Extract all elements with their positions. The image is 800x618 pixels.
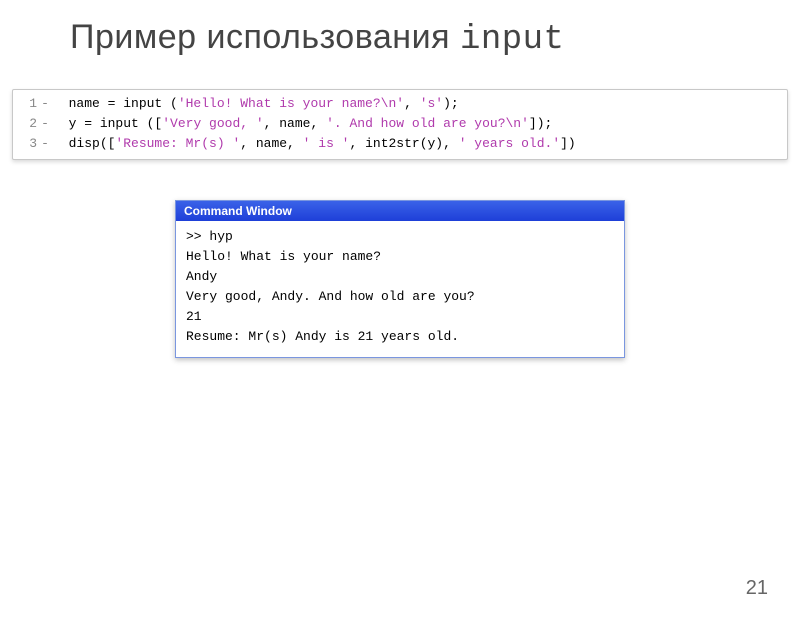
line-number: 1: [19, 95, 37, 113]
code-token: 'Hello! What is your name?\n': [178, 96, 404, 111]
page-number: 21: [746, 577, 768, 600]
command-output-line: Very good, Andy. And how old are you?: [186, 287, 614, 307]
code-token: , int2str(y),: [349, 136, 458, 151]
code-body: name = input ('Hello! What is your name?…: [53, 95, 781, 113]
code-token: ,: [404, 96, 420, 111]
command-window: Command Window >> hypHello! What is your…: [175, 200, 625, 359]
code-token: 'Resume: Mr(s) ': [115, 136, 240, 151]
code-token: , name,: [240, 136, 302, 151]
code-token: disp([: [69, 136, 116, 151]
title-main: Пример использования: [70, 18, 460, 56]
code-body: y = input (['Very good, ', name, '. And …: [53, 115, 781, 133]
command-output-line: Andy: [186, 267, 614, 287]
gutter-dash: -: [37, 95, 53, 113]
code-token: ' is ': [303, 136, 350, 151]
code-line: 1- name = input ('Hello! What is your na…: [13, 94, 787, 114]
line-number: 3: [19, 135, 37, 153]
command-output-line: Hello! What is your name?: [186, 247, 614, 267]
code-token: '. And how old are you?\n': [326, 116, 529, 131]
command-output-line: 21: [186, 307, 614, 327]
code-token: ]): [560, 136, 576, 151]
code-line: 2- y = input (['Very good, ', name, '. A…: [13, 114, 787, 134]
command-output-line: >> hyp: [186, 227, 614, 247]
command-window-title: Command Window: [176, 201, 624, 221]
code-token: y = input ([: [69, 116, 163, 131]
code-token: );: [443, 96, 459, 111]
code-token: , name,: [264, 116, 326, 131]
line-number: 2: [19, 115, 37, 133]
code-token: ]);: [529, 116, 552, 131]
code-body: disp(['Resume: Mr(s) ', name, ' is ', in…: [53, 135, 781, 153]
code-token: name = input (: [69, 96, 178, 111]
slide-title: Пример использования input: [70, 18, 800, 59]
code-token: ' years old.': [459, 136, 560, 151]
code-editor: 1- name = input ('Hello! What is your na…: [12, 89, 788, 160]
code-line: 3- disp(['Resume: Mr(s) ', name, ' is ',…: [13, 134, 787, 154]
code-token: 's': [420, 96, 443, 111]
command-window-body: >> hypHello! What is your name?AndyVery …: [176, 221, 624, 358]
gutter-dash: -: [37, 135, 53, 153]
code-token: 'Very good, ': [162, 116, 263, 131]
title-mono: input: [460, 21, 565, 59]
command-output-line: Resume: Mr(s) Andy is 21 years old.: [186, 327, 614, 347]
gutter-dash: -: [37, 115, 53, 133]
